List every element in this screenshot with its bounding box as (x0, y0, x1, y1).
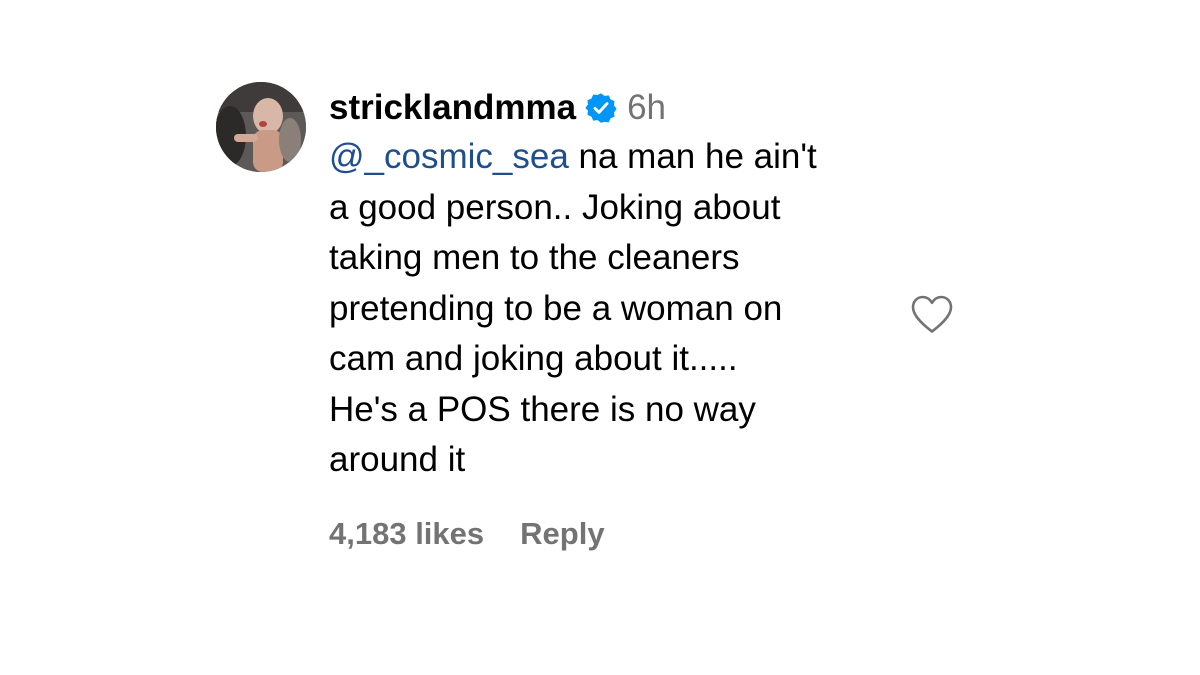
comment-timestamp[interactable]: 6h (627, 84, 666, 132)
comment-line: around it (329, 440, 466, 479)
like-button[interactable] (909, 293, 955, 335)
comment-line: cam and joking about it..... (329, 339, 738, 378)
mention-link[interactable]: @_cosmic_sea (329, 137, 569, 176)
comment-line: taking men to the cleaners (329, 238, 740, 277)
comment-line: @_cosmic_sea na man he ain't (329, 132, 889, 183)
avatar-photo-icon (216, 82, 306, 172)
comment-text: @_cosmic_sea na man he ain't a good pers… (329, 132, 889, 486)
verified-badge-icon (585, 92, 617, 124)
user-avatar[interactable] (216, 82, 306, 172)
comment-header: stricklandmma 6h (329, 84, 889, 132)
comment-line: pretending to be a woman on (329, 288, 783, 328)
heart-outline-icon (911, 295, 953, 333)
comment-body: stricklandmma 6h @_cosmic_sea na man he … (329, 84, 889, 556)
username-link[interactable]: stricklandmma (329, 84, 576, 132)
comment-line: a good person.. Joking about (329, 187, 781, 227)
comment-line: He's a POS there is no way (329, 389, 756, 429)
reply-button[interactable]: Reply (520, 516, 604, 552)
comment-line-text: na man he ain't (568, 137, 817, 176)
likes-count[interactable]: 4,183 likes (329, 516, 484, 552)
comment-actions: 4,183 likes Reply (329, 512, 889, 556)
